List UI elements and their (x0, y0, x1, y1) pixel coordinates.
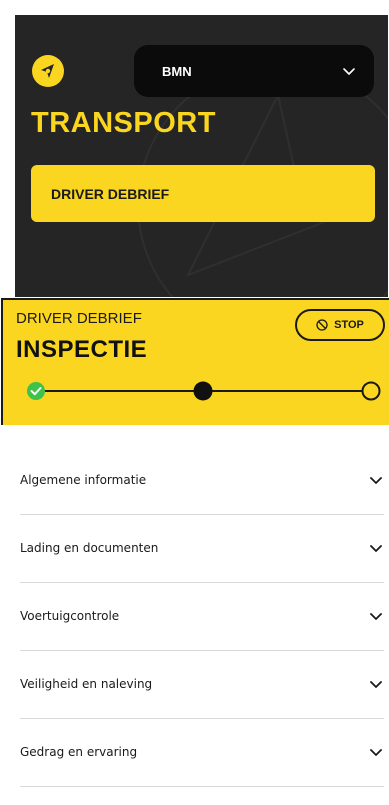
chevron-down-icon (370, 749, 382, 756)
section-label: Gedrag en ervaring (20, 745, 138, 759)
progress-stepper (27, 381, 381, 401)
section-label: Lading en documenten (20, 541, 159, 555)
driver-debrief-button[interactable]: DRIVER DEBRIEF (31, 165, 375, 222)
chevron-down-icon (343, 68, 355, 75)
section-lading-en-documenten[interactable]: Lading en documenten (20, 515, 384, 581)
inspection-title: INSPECTIE (16, 336, 148, 363)
section-label: Voertuigcontrole (20, 609, 120, 623)
step-2-current-icon (193, 381, 213, 401)
step-3-pending-icon (361, 381, 381, 401)
company-select[interactable]: BMN (134, 45, 374, 97)
section-veiligheid-en-naleving[interactable]: Veiligheid en naleving (20, 651, 384, 717)
company-select-value: BMN (162, 63, 192, 79)
inspection-header: DRIVER DEBRIEF INSPECTIE STOP (1, 298, 389, 425)
section-gedrag-en-ervaring[interactable]: Gedrag en ervaring (20, 719, 384, 785)
section-label: Veiligheid en naleving (20, 677, 153, 691)
section-voertuigcontrole[interactable]: Voertuigcontrole (20, 583, 384, 649)
compass-arrow-icon (32, 55, 64, 87)
chevron-down-icon (370, 545, 382, 552)
stop-button[interactable]: STOP (295, 309, 385, 341)
stop-button-label: STOP (334, 319, 364, 331)
step-1-completed-icon (27, 382, 45, 400)
section-label: Algemene informatie (20, 473, 147, 487)
chevron-down-icon (370, 613, 382, 620)
brand-title: TRANSPORT (31, 107, 216, 139)
top-panel: BMN TRANSPORT DRIVER DEBRIEF (15, 15, 388, 297)
section-algemene-informatie[interactable]: Algemene informatie (20, 447, 384, 513)
chevron-down-icon (370, 477, 382, 484)
inspection-subtitle: DRIVER DEBRIEF (16, 310, 142, 327)
divider (20, 786, 384, 787)
chevron-down-icon (370, 681, 382, 688)
prohibited-icon (316, 319, 328, 331)
